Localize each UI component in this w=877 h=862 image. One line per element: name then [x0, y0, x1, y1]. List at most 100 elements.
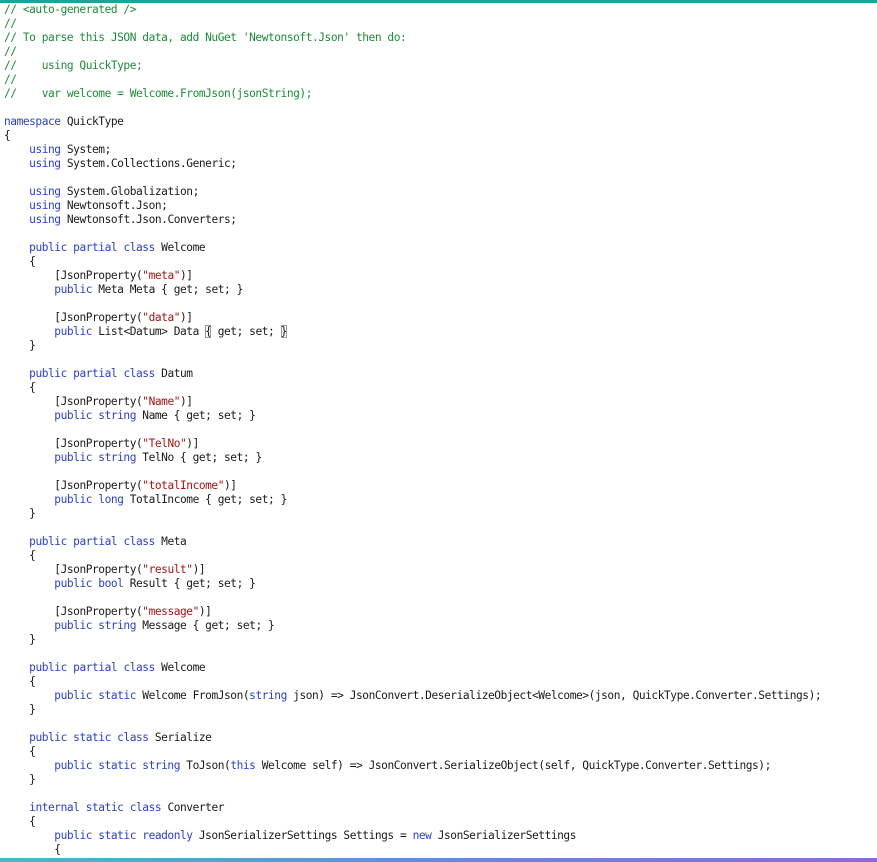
- code-token: )]: [198, 605, 212, 618]
- code-line[interactable]: [JsonProperty("TelNo")]: [4, 437, 877, 451]
- code-line[interactable]: }: [4, 703, 877, 717]
- code-line[interactable]: using Newtonsoft.Json;: [4, 199, 877, 213]
- code-line[interactable]: [4, 423, 877, 437]
- code-line[interactable]: {: [4, 381, 877, 395]
- code-line[interactable]: {: [4, 815, 877, 829]
- code-line[interactable]: public static class Serialize: [4, 731, 877, 745]
- code-line[interactable]: [4, 521, 877, 535]
- code-line[interactable]: [JsonProperty("data")]: [4, 311, 877, 325]
- code-line[interactable]: [4, 353, 877, 367]
- code-line[interactable]: }: [4, 339, 877, 353]
- code-token: Name { get; set; }: [136, 409, 256, 422]
- code-line[interactable]: [JsonProperty("message")]: [4, 605, 877, 619]
- code-line[interactable]: internal static class Converter: [4, 801, 877, 815]
- code-line[interactable]: public Meta Meta { get; set; }: [4, 283, 877, 297]
- code-line[interactable]: {: [4, 675, 877, 689]
- code-line[interactable]: public partial class Meta: [4, 535, 877, 549]
- code-line[interactable]: [4, 227, 877, 241]
- code-line[interactable]: // using QuickType;: [4, 59, 877, 73]
- code-line[interactable]: [4, 787, 877, 801]
- keyword-token: using: [29, 157, 61, 170]
- code-line[interactable]: {: [4, 129, 877, 143]
- code-line[interactable]: using System.Globalization;: [4, 185, 877, 199]
- code-line[interactable]: [JsonProperty("meta")]: [4, 269, 877, 283]
- code-line[interactable]: }: [4, 633, 877, 647]
- code-line[interactable]: }: [4, 773, 877, 787]
- code-token: Welcome: [154, 661, 206, 674]
- code-token: System.Globalization;: [60, 185, 199, 198]
- code-line[interactable]: public string TelNo { get; set; }: [4, 451, 877, 465]
- code-line[interactable]: public List<Datum> Data { get; set; }: [4, 325, 877, 339]
- code-token: Result { get; set; }: [123, 577, 256, 590]
- keyword-token: public static string: [54, 759, 181, 772]
- code-line[interactable]: public partial class Welcome: [4, 241, 877, 255]
- code-line[interactable]: using System.Collections.Generic;: [4, 157, 877, 171]
- code-line[interactable]: public bool Result { get; set; }: [4, 577, 877, 591]
- code-line[interactable]: //: [4, 73, 877, 87]
- code-line[interactable]: public static string ToJson(this Welcome…: [4, 759, 877, 773]
- code-token: )]: [180, 311, 193, 324]
- code-line[interactable]: namespace QuickType: [4, 115, 877, 129]
- code-line[interactable]: {: [4, 745, 877, 759]
- code-line[interactable]: }: [4, 507, 877, 521]
- code-line[interactable]: using Newtonsoft.Json.Converters;: [4, 213, 877, 227]
- code-line[interactable]: [JsonProperty("totalIncome")]: [4, 479, 877, 493]
- code-token: )]: [224, 479, 237, 492]
- code-line[interactable]: [4, 717, 877, 731]
- code-line[interactable]: [JsonProperty("Name")]: [4, 395, 877, 409]
- comment-token: // var welcome = Welcome.FromJson(jsonSt…: [4, 87, 312, 100]
- code-editor[interactable]: // <auto-generated />//// To parse this …: [4, 3, 877, 857]
- string-token: "message": [142, 605, 199, 618]
- code-line[interactable]: public partial class Welcome: [4, 661, 877, 675]
- code-token: ToJson(: [180, 759, 231, 772]
- code-line[interactable]: [4, 297, 877, 311]
- code-token: }: [29, 773, 36, 786]
- code-line[interactable]: public static Welcome FromJson(string js…: [4, 689, 877, 703]
- code-line[interactable]: public static readonly JsonSerializerSet…: [4, 829, 877, 843]
- code-token: }: [29, 703, 36, 716]
- code-line[interactable]: // var welcome = Welcome.FromJson(jsonSt…: [4, 87, 877, 101]
- code-line[interactable]: [4, 101, 877, 115]
- code-token: get; set;: [211, 325, 281, 338]
- code-line[interactable]: [4, 465, 877, 479]
- code-line[interactable]: using System;: [4, 143, 877, 157]
- code-line[interactable]: public string Name { get; set; }: [4, 409, 877, 423]
- code-line[interactable]: //: [4, 45, 877, 59]
- code-line[interactable]: [JsonProperty("result")]: [4, 563, 877, 577]
- code-line[interactable]: public partial class Datum: [4, 367, 877, 381]
- code-line[interactable]: [4, 647, 877, 661]
- comment-token: //: [4, 17, 17, 30]
- code-line[interactable]: [4, 591, 877, 605]
- code-line[interactable]: [4, 171, 877, 185]
- code-line[interactable]: {: [4, 549, 877, 563]
- code-token: Converter: [161, 801, 225, 814]
- keyword-token: using: [29, 199, 61, 212]
- code-token: QuickType: [60, 115, 124, 128]
- code-line[interactable]: {: [4, 843, 877, 857]
- code-line[interactable]: // <auto-generated />: [4, 3, 877, 17]
- code-token: Datum: [154, 367, 193, 380]
- code-line[interactable]: public string Message { get; set; }: [4, 619, 877, 633]
- code-token: [JsonProperty(: [54, 479, 143, 492]
- code-line[interactable]: //: [4, 17, 877, 31]
- code-line[interactable]: public long TotalIncome { get; set; }: [4, 493, 877, 507]
- keyword-token: using: [29, 143, 61, 156]
- code-token: JsonSerializerSettings: [431, 829, 577, 842]
- code-line[interactable]: {: [4, 255, 877, 269]
- code-line[interactable]: // To parse this JSON data, add NuGet 'N…: [4, 31, 877, 45]
